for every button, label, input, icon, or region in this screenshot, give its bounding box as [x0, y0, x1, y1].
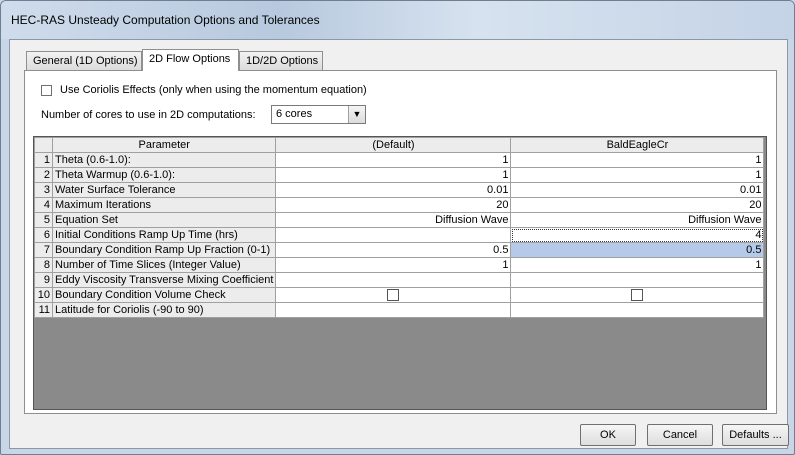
area-volume-check-checkbox[interactable] — [631, 289, 644, 302]
parameters-grid: Parameter (Default) BaldEagleCr 1 Theta … — [33, 136, 767, 410]
chevron-down-icon[interactable]: ▼ — [348, 106, 365, 123]
table-row: 3 Water Surface Tolerance 0.01 0.01 — [34, 182, 765, 198]
default-value-cell[interactable]: Diffusion Wave — [275, 212, 512, 228]
default-volume-check-cell[interactable] — [275, 287, 512, 303]
row-number: 10 — [34, 287, 53, 303]
coriolis-label: Use Coriolis Effects (only when using th… — [60, 84, 367, 96]
default-value-cell[interactable]: 1 — [275, 167, 512, 183]
area-value-cell[interactable]: 1 — [510, 167, 765, 183]
header-corner — [34, 137, 53, 153]
parameter-name: Theta (0.6-1.0): — [51, 152, 277, 168]
cores-label: Number of cores to use in 2D computation… — [41, 109, 256, 121]
area-value-cell[interactable]: 4 — [510, 227, 765, 243]
tab-general-1d-options[interactable]: General (1D Options) — [26, 51, 142, 70]
defaults-button[interactable]: Defaults ... — [722, 424, 789, 446]
default-value-cell[interactable]: 20 — [275, 197, 512, 213]
parameter-name: Initial Conditions Ramp Up Time (hrs) — [51, 227, 277, 243]
cores-select[interactable]: 6 cores ▼ — [271, 105, 366, 124]
parameter-name: Maximum Iterations — [51, 197, 277, 213]
tab-panel-2d-flow: Use Coriolis Effects (only when using th… — [24, 70, 777, 414]
table-row: 4 Maximum Iterations 20 20 — [34, 197, 765, 213]
table-row: 7 Boundary Condition Ramp Up Fraction (0… — [34, 242, 765, 258]
tab-1d-2d-options[interactable]: 1D/2D Options — [239, 51, 323, 70]
coriolis-option[interactable]: Use Coriolis Effects (only when using th… — [41, 84, 367, 96]
default-value-cell[interactable] — [275, 302, 512, 318]
area-value-cell[interactable]: 0.01 — [510, 182, 765, 198]
table-row: 5 Equation Set Diffusion Wave Diffusion … — [34, 212, 765, 228]
parameter-name: Eddy Viscosity Transverse Mixing Coeffic… — [51, 272, 277, 288]
table-row: 2 Theta Warmup (0.6-1.0): 1 1 — [34, 167, 765, 183]
header-default[interactable]: (Default) — [275, 137, 512, 153]
parameters-table: Parameter (Default) BaldEagleCr 1 Theta … — [34, 137, 765, 318]
parameter-name: Theta Warmup (0.6-1.0): — [51, 167, 277, 183]
area-volume-check-cell[interactable] — [510, 287, 765, 303]
default-value-cell[interactable]: 0.01 — [275, 182, 512, 198]
area-value-cell-selected[interactable]: 0.5 — [510, 242, 765, 258]
default-value-cell[interactable]: 1 — [275, 257, 512, 273]
default-value-cell[interactable]: 0.5 — [275, 242, 512, 258]
table-row: 11 Latitude for Coriolis (-90 to 90) — [34, 302, 765, 318]
area-value-cell[interactable]: Diffusion Wave — [510, 212, 765, 228]
window-title: HEC-RAS Unsteady Computation Options and… — [11, 13, 320, 27]
parameter-name: Latitude for Coriolis (-90 to 90) — [51, 302, 277, 318]
table-row: 1 Theta (0.6-1.0): 1 1 — [34, 152, 765, 168]
row-number: 11 — [34, 302, 53, 318]
tab-2d-flow-options[interactable]: 2D Flow Options — [142, 49, 239, 71]
default-value-cell[interactable] — [275, 272, 512, 288]
area-value-cell[interactable]: 20 — [510, 197, 765, 213]
title-bar[interactable]: HEC-RAS Unsteady Computation Options and… — [1, 1, 794, 39]
cancel-button[interactable]: Cancel — [647, 424, 713, 446]
area-value-cell[interactable]: 1 — [510, 257, 765, 273]
default-value-cell[interactable] — [275, 227, 512, 243]
parameter-name: Number of Time Slices (Integer Value) — [51, 257, 277, 273]
parameter-name: Boundary Condition Ramp Up Fraction (0-1… — [51, 242, 277, 258]
ok-button[interactable]: OK — [580, 424, 636, 446]
table-row: 8 Number of Time Slices (Integer Value) … — [34, 257, 765, 273]
row-number: 6 — [34, 227, 53, 243]
dialog-body: General (1D Options) 2D Flow Options 1D/… — [9, 39, 789, 449]
row-number: 9 — [34, 272, 53, 288]
row-number: 4 — [34, 197, 53, 213]
row-number: 3 — [34, 182, 53, 198]
default-value-cell[interactable]: 1 — [275, 152, 512, 168]
header-bald-eagle-cr[interactable]: BaldEagleCr — [510, 137, 765, 153]
cores-row: Number of cores to use in 2D computation… — [41, 105, 366, 124]
table-row: 6 Initial Conditions Ramp Up Time (hrs) … — [34, 227, 765, 243]
parameter-name: Boundary Condition Volume Check — [51, 287, 277, 303]
table-row: 9 Eddy Viscosity Transverse Mixing Coeff… — [34, 272, 765, 288]
row-number: 8 — [34, 257, 53, 273]
default-volume-check-checkbox[interactable] — [387, 289, 400, 302]
coriolis-checkbox[interactable] — [41, 84, 52, 96]
parameter-name: Equation Set — [51, 212, 277, 228]
area-value-cell[interactable]: 1 — [510, 152, 765, 168]
header-parameter[interactable]: Parameter — [51, 137, 277, 153]
table-row: 10 Boundary Condition Volume Check — [34, 287, 765, 303]
area-value-cell[interactable] — [510, 302, 765, 318]
area-value-cell[interactable] — [510, 272, 765, 288]
row-number: 2 — [34, 167, 53, 183]
table-header-row: Parameter (Default) BaldEagleCr — [34, 137, 765, 153]
row-number: 1 — [34, 152, 53, 168]
row-number: 5 — [34, 212, 53, 228]
dialog-window: HEC-RAS Unsteady Computation Options and… — [0, 0, 795, 455]
parameter-name: Water Surface Tolerance — [51, 182, 277, 198]
row-number: 7 — [34, 242, 53, 258]
cores-select-value: 6 cores — [276, 108, 313, 120]
